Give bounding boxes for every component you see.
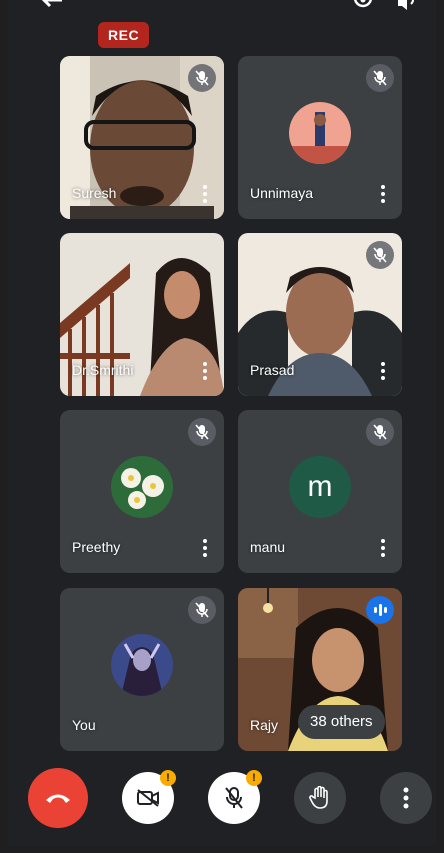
switch-camera-icon[interactable]	[352, 0, 374, 14]
participant-name: Preethy	[72, 539, 121, 555]
muted-icon	[188, 64, 216, 92]
participant-avatar	[111, 633, 173, 696]
camera-off-icon	[137, 789, 159, 807]
back-arrow-icon[interactable]	[36, 0, 66, 14]
end-call-button[interactable]	[28, 768, 88, 828]
participant-avatar	[289, 101, 351, 164]
participant-tile-rajy[interactable]: Rajy 38 others	[238, 588, 402, 751]
participant-name: Suresh	[72, 185, 117, 201]
participant-name: You	[72, 717, 96, 733]
participant-name: Rajy	[250, 717, 279, 733]
participant-name: manu	[250, 539, 286, 555]
meeting-screen: REC Suresh Unnimaya Dr.Smrithi Prasad Pr…	[8, 0, 436, 845]
camera-toggle-button[interactable]: !	[122, 770, 176, 824]
muted-icon	[188, 596, 216, 624]
participant-avatar	[111, 455, 173, 518]
mic-toggle-button[interactable]: !	[208, 770, 262, 824]
participant-tile-suresh[interactable]: Suresh	[60, 56, 224, 219]
muted-icon	[188, 418, 216, 446]
speaking-indicator-icon	[366, 596, 394, 624]
participant-tile-unnimaya[interactable]: Unnimaya	[238, 56, 402, 219]
participant-name: Dr.Smrithi	[72, 362, 134, 378]
more-options-icon[interactable]	[376, 537, 390, 559]
participant-tile-manu[interactable]: m manu	[238, 410, 402, 573]
more-options-icon[interactable]	[198, 183, 212, 205]
others-chip[interactable]: 38 others	[298, 705, 385, 739]
more-options-button[interactable]	[380, 772, 432, 824]
muted-icon	[366, 418, 394, 446]
more-options-icon[interactable]	[198, 360, 212, 382]
more-vert-icon	[403, 787, 409, 809]
participant-tile-you[interactable]: You	[60, 588, 224, 751]
muted-icon	[366, 64, 394, 92]
muted-icon	[366, 241, 394, 269]
more-options-icon[interactable]	[376, 183, 390, 205]
participant-tile-preethy[interactable]: Preethy	[60, 410, 224, 573]
recording-badge: REC	[98, 22, 150, 48]
camera-warning-badge: !	[160, 770, 176, 786]
participant-tile-dr-smrithi[interactable]: Dr.Smrithi	[60, 233, 224, 396]
speaker-icon[interactable]	[396, 0, 418, 14]
mic-warning-badge: !	[246, 770, 262, 786]
hang-up-icon	[46, 794, 70, 803]
more-options-icon[interactable]	[376, 360, 390, 382]
hand-icon	[309, 786, 328, 809]
mic-off-icon	[225, 787, 243, 809]
top-actions	[352, 0, 418, 14]
participant-initial-avatar: m	[289, 455, 351, 518]
more-options-icon[interactable]	[198, 537, 212, 559]
participant-name: Unnimaya	[250, 185, 314, 201]
participant-name: Prasad	[250, 362, 295, 378]
participant-tile-prasad[interactable]: Prasad	[238, 233, 402, 396]
raise-hand-button[interactable]	[294, 772, 346, 824]
